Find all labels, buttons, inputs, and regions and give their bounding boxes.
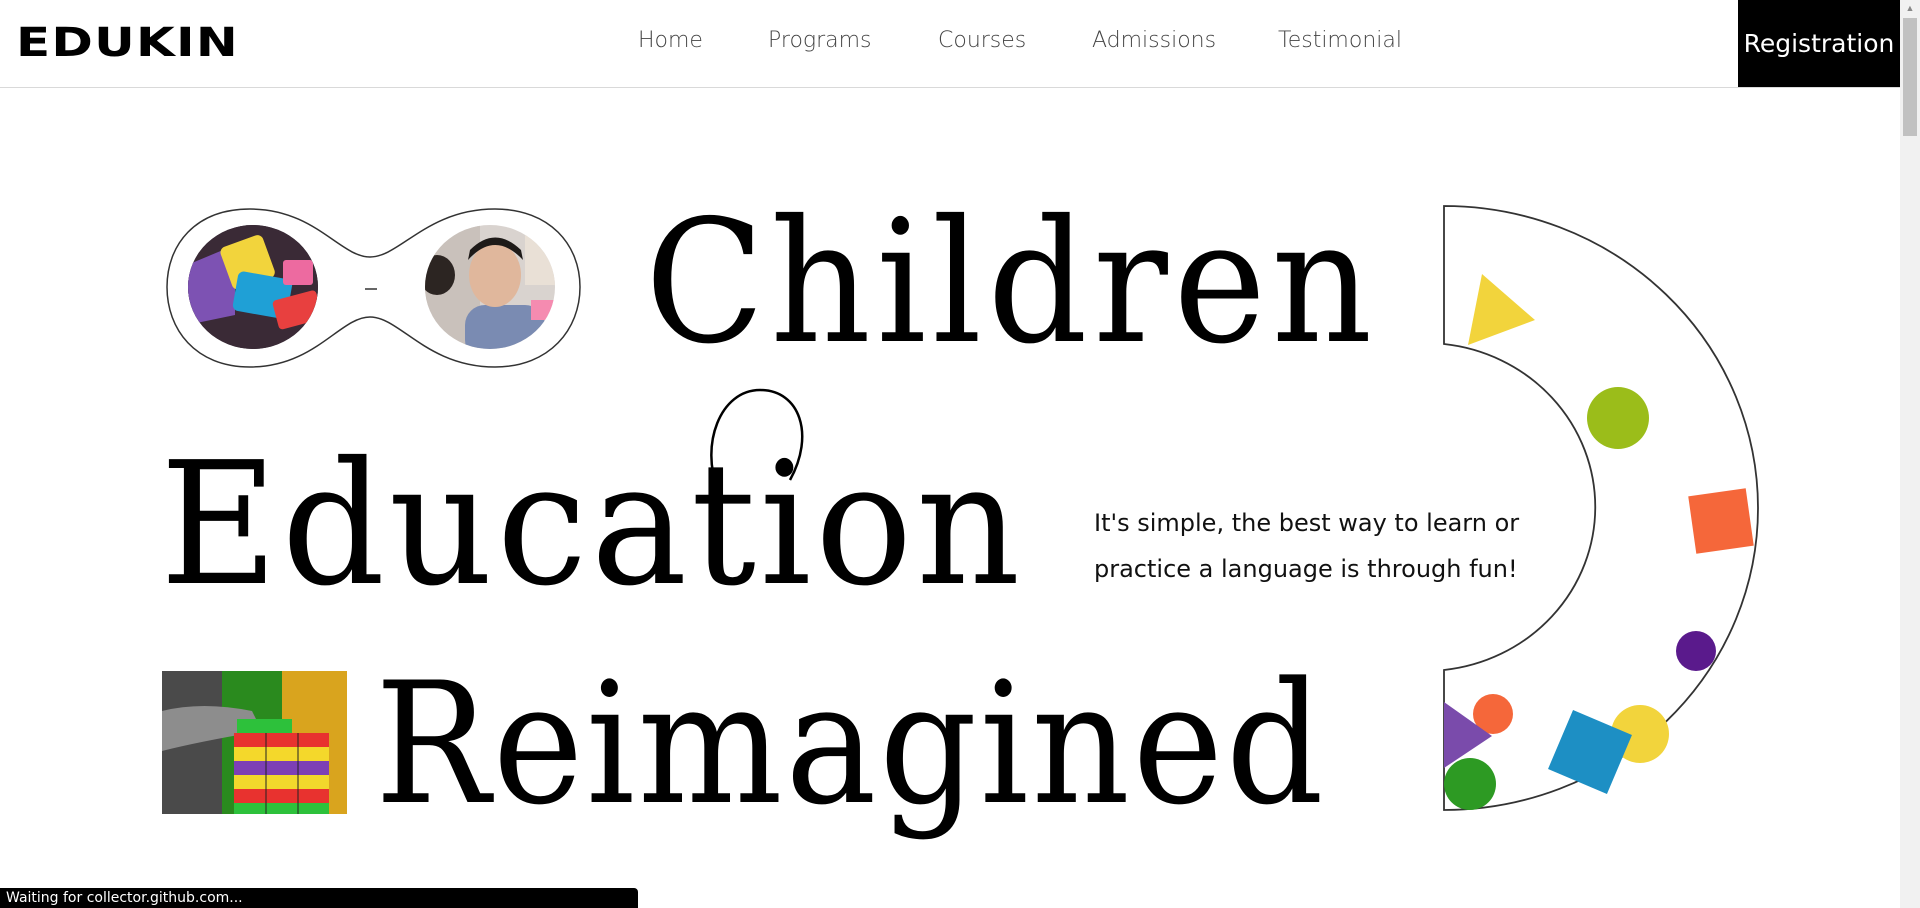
green-circle-icon	[1444, 758, 1496, 810]
page-scrollbar[interactable]: ▲	[1900, 0, 1920, 908]
hero-word-children: Children	[645, 184, 1378, 382]
nav-courses[interactable]: Courses	[938, 28, 1026, 53]
orange-square-icon	[1688, 488, 1754, 554]
scroll-up-arrow-icon[interactable]: ▲	[1900, 0, 1920, 16]
site-header: EDUKIN Home Programs Courses Admissions …	[0, 0, 1900, 88]
scroll-thumb[interactable]	[1903, 18, 1917, 136]
registration-button[interactable]: Registration	[1738, 0, 1900, 87]
kids-photo-pill	[166, 208, 581, 368]
hero-word-education: Education	[160, 426, 1025, 624]
stacking-blocks-image	[162, 671, 347, 814]
nav-home[interactable]: Home	[638, 28, 703, 53]
nav-admissions[interactable]: Admissions	[1092, 28, 1216, 53]
lime-circle-icon	[1587, 387, 1649, 449]
main-nav: Home Programs Courses Admissions Testimo…	[0, 28, 1900, 58]
purple-circle-icon	[1676, 631, 1716, 671]
nav-programs[interactable]: Programs	[768, 28, 872, 53]
shapes-half-ring	[1443, 205, 1759, 811]
nav-testimonial[interactable]: Testimonial	[1278, 28, 1402, 53]
decorative-swash-icon	[710, 388, 804, 491]
hero-word-reimagined: Reimagined	[375, 646, 1327, 842]
browser-status-bar: Waiting for collector.github.com...	[0, 888, 638, 908]
